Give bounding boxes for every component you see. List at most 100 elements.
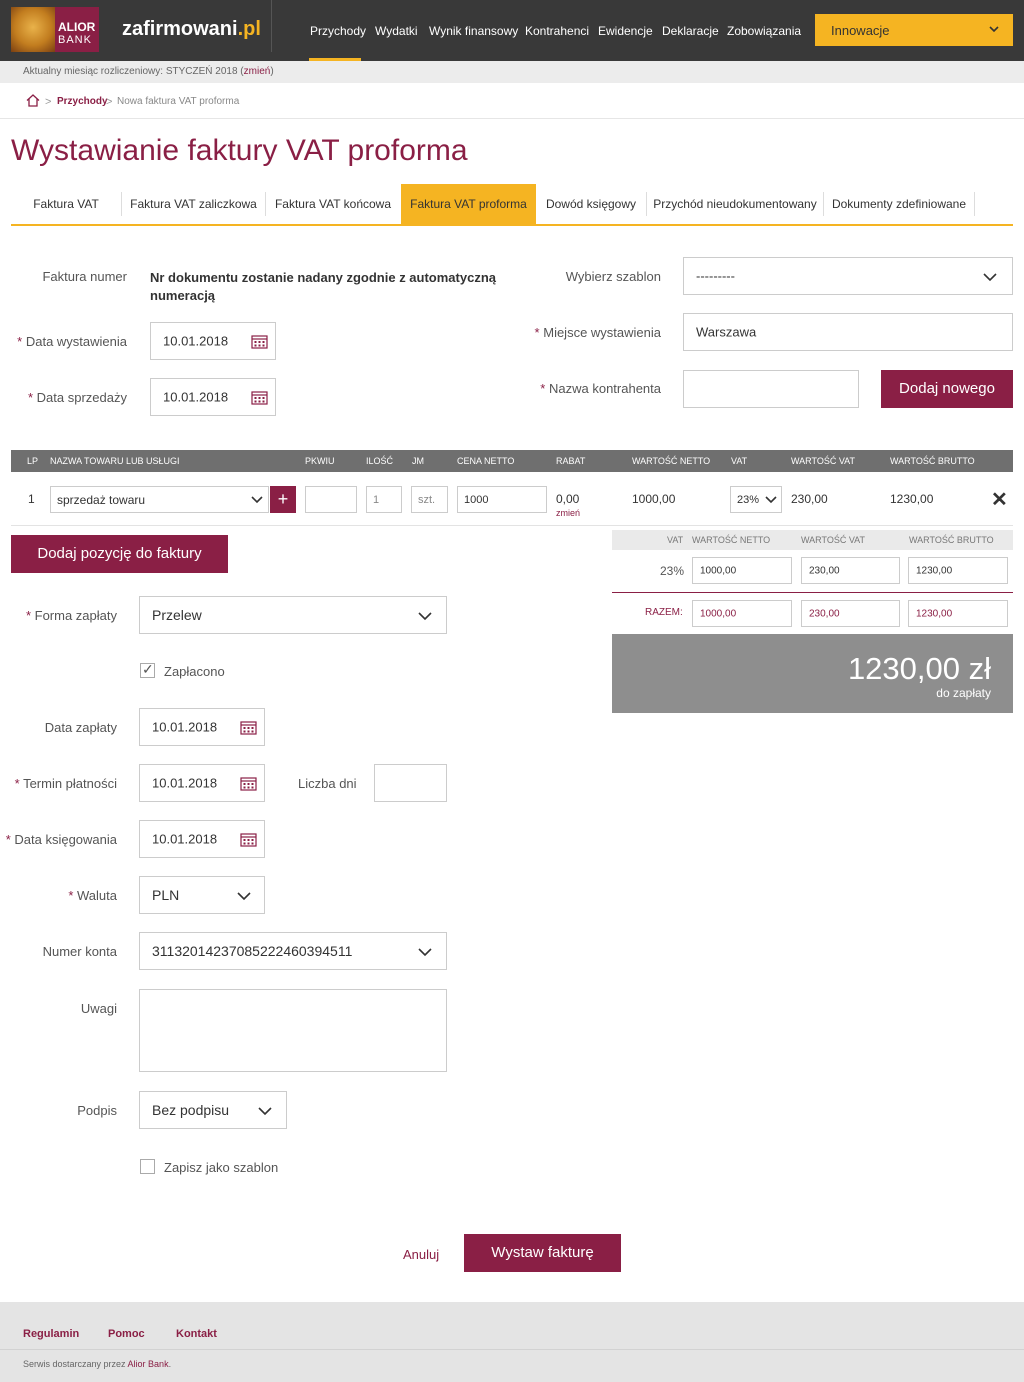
quantity-input[interactable]: 1 xyxy=(366,486,402,513)
summary-divider xyxy=(612,592,1013,593)
page-title: Wystawianie faktury VAT proforma xyxy=(11,134,468,167)
booking-date-value: 10.01.2018 xyxy=(152,831,218,847)
currency-select[interactable]: PLN xyxy=(139,876,265,914)
footer-link-regulamin[interactable]: Regulamin xyxy=(23,1328,79,1340)
tab-dowod-ksiegowy[interactable]: Dowód księgowy xyxy=(536,184,646,224)
brand-name[interactable]: zafirmowani.pl xyxy=(122,18,261,41)
th-vat: VAT xyxy=(731,456,748,466)
place-label-text: Miejsce wystawienia xyxy=(543,325,661,340)
pay-date-input[interactable]: 10.01.2018 xyxy=(139,708,265,746)
check-icon: ✓ xyxy=(142,661,154,677)
nav-wydatki[interactable]: Wydatki xyxy=(375,24,418,38)
nav-zobowiazania[interactable]: Zobowiązania xyxy=(727,24,801,38)
footer-link-pomoc[interactable]: Pomoc xyxy=(108,1328,145,1340)
innowacje-dropdown[interactable]: Innowacje xyxy=(815,14,1013,46)
top-bar: ALIOR BANK zafirmowani.pl Przychody Wyda… xyxy=(0,0,1024,61)
paid-checkbox[interactable]: ✓ xyxy=(140,661,155,678)
summary-net-field: 1000,00 xyxy=(692,557,792,584)
home-icon[interactable] xyxy=(26,94,40,107)
issue-invoice-button[interactable]: Wystaw fakturę xyxy=(464,1234,621,1272)
summary-gross-field: 1230,00 xyxy=(908,557,1008,584)
breadcrumb-przychody[interactable]: Przychody xyxy=(57,96,108,107)
nav-przychody[interactable]: Przychody xyxy=(310,24,366,38)
payment-method-select[interactable]: Przelew xyxy=(139,596,447,634)
total-net-field: 1000,00 xyxy=(692,600,792,627)
invoice-number-text-line1: Nr dokumentu zostanie nadany zgodnie z a… xyxy=(150,270,496,285)
month-text: Aktualny miesiąc rozliczeniowy: STYCZEŃ … xyxy=(23,66,244,77)
discount-value: 0,00 xyxy=(556,492,580,506)
required-mark: * xyxy=(540,381,546,396)
sale-date-label-text: Data sprzedaży xyxy=(36,390,127,405)
tab-faktura-vat-koncowa[interactable]: Faktura VAT końcowa xyxy=(266,184,400,224)
breadcrumb-separator: > xyxy=(106,96,113,108)
summary-total-label: RAZEM: xyxy=(645,607,683,618)
place-input[interactable]: Warszawa xyxy=(683,313,1013,351)
remove-row-icon[interactable]: ✕ xyxy=(991,487,1008,512)
footer-copy-end: . xyxy=(168,1359,172,1369)
tab-przychod-nieudokumentowany[interactable]: Przychód nieudokumentowany xyxy=(647,184,823,224)
nav-kontrahenci[interactable]: Kontrahenci xyxy=(525,24,589,38)
template-select[interactable]: --------- xyxy=(683,257,1013,295)
chevron-down-icon xyxy=(989,26,999,33)
footer-divider xyxy=(0,1349,1024,1350)
nav-wynik-finansowy[interactable]: Wynik finansowy xyxy=(429,24,518,38)
nav-deklaracje[interactable]: Deklaracje xyxy=(662,24,719,38)
account-value: 31132014237085222460394511 xyxy=(152,943,353,959)
invoice-number-text-line2: numeracją xyxy=(150,288,216,303)
tab-faktura-vat[interactable]: Faktura VAT xyxy=(11,184,121,224)
alior-bank-logo[interactable]: ALIOR BANK xyxy=(11,7,99,52)
table-row: 1 sprzedaż towaru + 1 szt. 1000 0,00 zmi… xyxy=(0,472,1024,525)
footer-alior-link[interactable]: Alior Bank xyxy=(128,1359,169,1369)
account-select[interactable]: 31132014237085222460394511 xyxy=(139,932,447,970)
unit-input[interactable]: szt. xyxy=(411,486,448,513)
pay-date-label: Data zapłaty xyxy=(44,720,117,735)
amount-due-label: do zapłaty xyxy=(936,686,991,700)
calendar-icon[interactable] xyxy=(251,390,268,405)
add-item-button[interactable]: Dodaj pozycję do faktury xyxy=(11,535,228,573)
days-input[interactable] xyxy=(374,764,447,802)
tab-faktura-vat-proforma[interactable]: Faktura VAT proforma xyxy=(401,184,536,224)
calendar-icon[interactable] xyxy=(240,832,257,847)
footer: Regulamin Pomoc Kontakt Serwis dostarcza… xyxy=(0,1302,1024,1382)
sum-th-vat-value: WARTOŚĆ VAT xyxy=(801,535,866,545)
add-contractor-button[interactable]: Dodaj nowego xyxy=(881,370,1013,408)
chevron-down-icon xyxy=(983,273,997,282)
save-template-checkbox[interactable] xyxy=(140,1159,155,1174)
notes-textarea[interactable] xyxy=(139,989,447,1072)
sale-date-input[interactable]: 10.01.2018 xyxy=(150,378,276,416)
change-discount-link[interactable]: zmień xyxy=(556,508,580,518)
item-name-select[interactable]: sprzedaż towaru xyxy=(50,486,269,513)
net-value: 1000,00 xyxy=(632,492,676,506)
calendar-icon[interactable] xyxy=(240,720,257,735)
add-product-button[interactable]: + xyxy=(270,486,296,513)
chevron-down-icon xyxy=(258,1107,272,1116)
calendar-icon[interactable] xyxy=(251,334,268,349)
cancel-link[interactable]: Anuluj xyxy=(403,1247,439,1262)
required-mark: * xyxy=(5,832,11,847)
account-label: Numer konta xyxy=(42,944,117,959)
days-label: Liczba dni xyxy=(298,776,357,791)
pkwiu-input[interactable] xyxy=(305,486,357,513)
nav-ewidencje[interactable]: Ewidencje xyxy=(598,24,653,38)
th-pkwiu: PKWIU xyxy=(305,456,335,466)
signature-select[interactable]: Bez podpisu xyxy=(139,1091,287,1129)
vat-rate-select[interactable]: 23% xyxy=(730,486,782,513)
issue-date-label: * Data wystawienia xyxy=(17,334,127,349)
sale-date-label: * Data sprzedaży xyxy=(28,390,127,405)
tab-dokumenty-zdefiniowane[interactable]: Dokumenty zdefiniowane xyxy=(824,184,974,224)
brand-name-main: zafirmowani xyxy=(122,18,238,40)
contractor-input[interactable] xyxy=(683,370,859,408)
issue-date-value: 10.01.2018 xyxy=(163,333,229,349)
issue-date-input[interactable]: 10.01.2018 xyxy=(150,322,276,360)
due-date-input[interactable]: 10.01.2018 xyxy=(139,764,265,802)
booking-date-input[interactable]: 10.01.2018 xyxy=(139,820,265,858)
net-price-input[interactable]: 1000 xyxy=(457,486,547,513)
breadcrumb: > Przychody > Nowa faktura VAT proforma xyxy=(0,83,1024,119)
vat-value: 230,00 xyxy=(791,492,828,506)
tab-faktura-vat-zaliczkowa[interactable]: Faktura VAT zaliczkowa xyxy=(122,184,265,224)
vat-rate-value: 23% xyxy=(737,493,760,506)
footer-link-kontakt[interactable]: Kontakt xyxy=(176,1328,217,1340)
change-month-link[interactable]: zmień xyxy=(244,66,271,77)
due-date-value: 10.01.2018 xyxy=(152,775,218,791)
calendar-icon[interactable] xyxy=(240,776,257,791)
